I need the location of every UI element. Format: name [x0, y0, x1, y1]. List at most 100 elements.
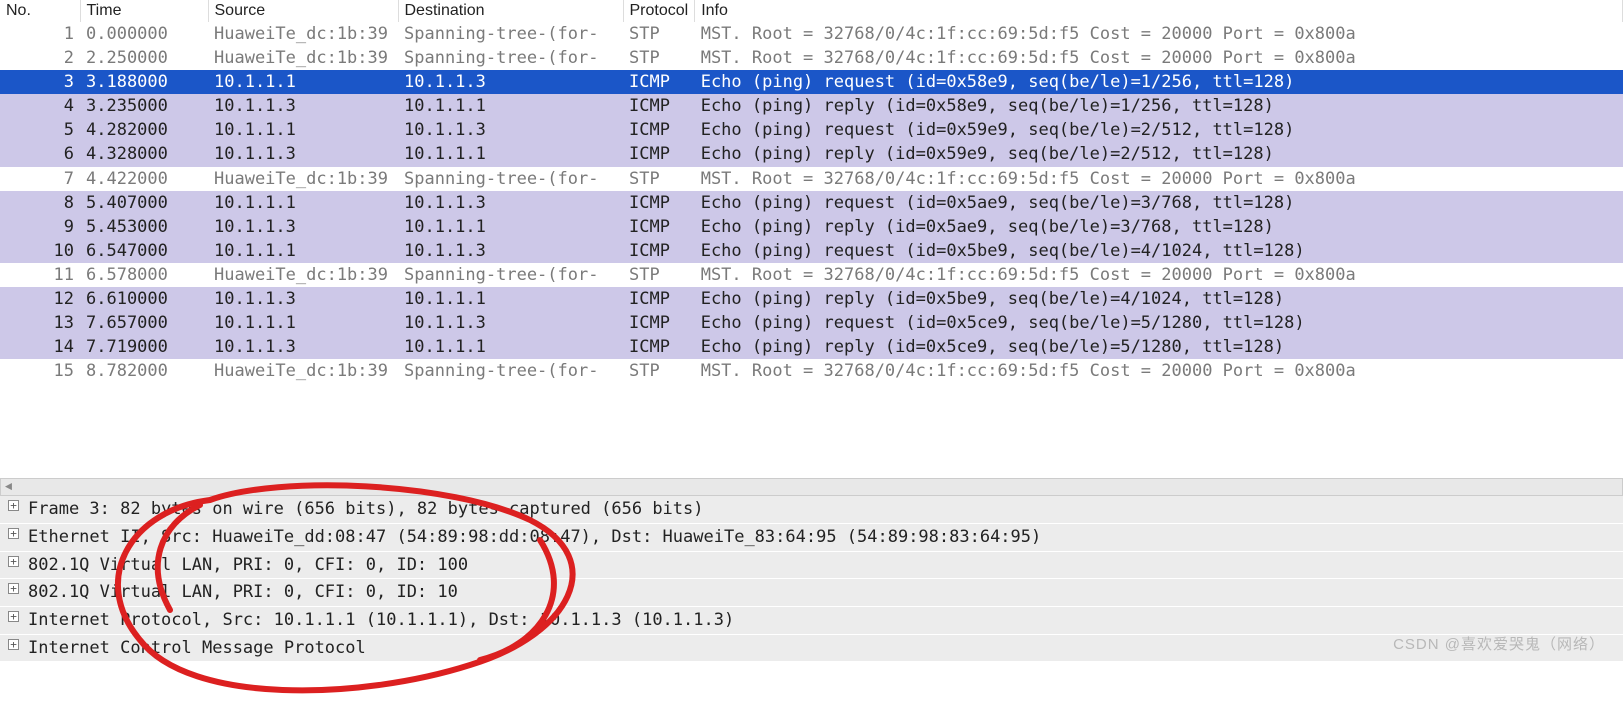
cell-source: HuaweiTe_dc:1b:39 [208, 263, 398, 287]
cell-no: 10 [0, 239, 80, 263]
cell-protocol: ICMP [623, 335, 695, 359]
packet-row[interactable]: 137.65700010.1.1.110.1.1.3ICMPEcho (ping… [0, 311, 1623, 335]
cell-destination: 10.1.1.1 [398, 94, 623, 118]
expand-icon[interactable]: + [8, 556, 19, 567]
cell-source: 10.1.1.3 [208, 335, 398, 359]
cell-info: Echo (ping) request (id=0x58e9, seq(be/l… [695, 70, 1623, 94]
cell-info: Echo (ping) request (id=0x5be9, seq(be/l… [695, 239, 1623, 263]
cell-protocol: ICMP [623, 142, 695, 166]
packet-row[interactable]: 85.40700010.1.1.110.1.1.3ICMPEcho (ping)… [0, 191, 1623, 215]
packet-row[interactable]: 106.54700010.1.1.110.1.1.3ICMPEcho (ping… [0, 239, 1623, 263]
cell-protocol: ICMP [623, 239, 695, 263]
cell-source: 10.1.1.1 [208, 311, 398, 335]
packet-list-table[interactable]: No. Time Source Destination Protocol Inf… [0, 0, 1623, 383]
column-header-info[interactable]: Info [695, 0, 1623, 22]
cell-source: HuaweiTe_dc:1b:39 [208, 22, 398, 46]
cell-time: 2.250000 [80, 46, 208, 70]
cell-no: 11 [0, 263, 80, 287]
cell-time: 5.453000 [80, 215, 208, 239]
horizontal-scrollbar[interactable]: ◄ [0, 478, 1623, 496]
packet-row[interactable]: 147.71900010.1.1.310.1.1.1ICMPEcho (ping… [0, 335, 1623, 359]
cell-destination: 10.1.1.1 [398, 215, 623, 239]
packet-details-pane[interactable]: +Frame 3: 82 bytes on wire (656 bits), 8… [0, 496, 1623, 662]
cell-protocol: ICMP [623, 311, 695, 335]
cell-time: 4.328000 [80, 142, 208, 166]
cell-protocol: ICMP [623, 94, 695, 118]
expand-icon[interactable]: + [8, 583, 19, 594]
cell-info: MST. Root = 32768/0/4c:1f:cc:69:5d:f5 Co… [695, 359, 1623, 383]
packet-row[interactable]: 74.422000HuaweiTe_dc:1b:39Spanning-tree-… [0, 167, 1623, 191]
cell-destination: 10.1.1.1 [398, 142, 623, 166]
expand-icon[interactable]: + [8, 639, 19, 650]
cell-no: 15 [0, 359, 80, 383]
cell-time: 7.657000 [80, 311, 208, 335]
cell-protocol: STP [623, 46, 695, 70]
detail-tree-item[interactable]: +802.1Q Virtual LAN, PRI: 0, CFI: 0, ID:… [0, 552, 1623, 580]
cell-no: 8 [0, 191, 80, 215]
packet-row[interactable]: 95.45300010.1.1.310.1.1.1ICMPEcho (ping)… [0, 215, 1623, 239]
packet-row[interactable]: 64.32800010.1.1.310.1.1.1ICMPEcho (ping)… [0, 142, 1623, 166]
column-header-protocol[interactable]: Protocol [623, 0, 695, 22]
cell-info: Echo (ping) request (id=0x59e9, seq(be/l… [695, 118, 1623, 142]
detail-tree-item[interactable]: + Internet Protocol, Src: 10.1.1.1 (10.1.… [0, 607, 1623, 635]
cell-source: 10.1.1.3 [208, 215, 398, 239]
detail-text: Internet Protocol, Src: 10.1.1.1 (10.1.1… [28, 610, 734, 630]
cell-info: Echo (ping) request (id=0x5ce9, seq(be/l… [695, 311, 1623, 335]
cell-time: 6.547000 [80, 239, 208, 263]
cell-destination: 10.1.1.3 [398, 311, 623, 335]
cell-protocol: STP [623, 263, 695, 287]
packet-row[interactable]: 116.578000HuaweiTe_dc:1b:39Spanning-tree… [0, 263, 1623, 287]
cell-info: MST. Root = 32768/0/4c:1f:cc:69:5d:f5 Co… [695, 46, 1623, 70]
column-header-destination[interactable]: Destination [398, 0, 623, 22]
column-header-source[interactable]: Source [208, 0, 398, 22]
detail-text: 802.1Q Virtual LAN, PRI: 0, CFI: 0, ID: … [28, 582, 458, 602]
detail-tree-item[interactable]: +802.1Q Virtual LAN, PRI: 0, CFI: 0, ID:… [0, 579, 1623, 607]
column-header-time[interactable]: Time [80, 0, 208, 22]
cell-no: 13 [0, 311, 80, 335]
cell-info: Echo (ping) reply (id=0x5be9, seq(be/le)… [695, 287, 1623, 311]
packet-row[interactable]: 158.782000HuaweiTe_dc:1b:39Spanning-tree… [0, 359, 1623, 383]
cell-info: MST. Root = 32768/0/4c:1f:cc:69:5d:f5 Co… [695, 263, 1623, 287]
cell-time: 0.000000 [80, 22, 208, 46]
cell-info: Echo (ping) reply (id=0x59e9, seq(be/le)… [695, 142, 1623, 166]
cell-no: 4 [0, 94, 80, 118]
cell-destination: 10.1.1.1 [398, 335, 623, 359]
cell-no: 6 [0, 142, 80, 166]
cell-time: 7.719000 [80, 335, 208, 359]
cell-source: 10.1.1.3 [208, 94, 398, 118]
cell-source: 10.1.1.1 [208, 191, 398, 215]
column-header-no[interactable]: No. [0, 0, 80, 22]
detail-tree-item[interactable]: +Frame 3: 82 bytes on wire (656 bits), 8… [0, 496, 1623, 524]
detail-tree-item[interactable]: +Ethernet II, Src: HuaweiTe_dd:08:47 (54… [0, 524, 1623, 552]
cell-protocol: STP [623, 22, 695, 46]
cell-source: HuaweiTe_dc:1b:39 [208, 359, 398, 383]
detail-tree-item[interactable]: +Internet Control Message Protocol [0, 635, 1623, 663]
packet-row[interactable]: 22.250000HuaweiTe_dc:1b:39Spanning-tree-… [0, 46, 1623, 70]
detail-text: 802.1Q Virtual LAN, PRI: 0, CFI: 0, ID: … [28, 555, 468, 575]
cell-source: 10.1.1.3 [208, 287, 398, 311]
cell-no: 1 [0, 22, 80, 46]
packet-row[interactable]: 54.28200010.1.1.110.1.1.3ICMPEcho (ping)… [0, 118, 1623, 142]
packet-row[interactable]: 126.61000010.1.1.310.1.1.1ICMPEcho (ping… [0, 287, 1623, 311]
cell-source: 10.1.1.1 [208, 70, 398, 94]
cell-info: MST. Root = 32768/0/4c:1f:cc:69:5d:f5 Co… [695, 22, 1623, 46]
watermark-text: CSDN @喜欢爱哭鬼（网络） [1393, 633, 1605, 654]
packet-list-header-row[interactable]: No. Time Source Destination Protocol Inf… [0, 0, 1623, 22]
cell-time: 4.422000 [80, 167, 208, 191]
packet-row[interactable]: 10.000000HuaweiTe_dc:1b:39Spanning-tree-… [0, 22, 1623, 46]
cell-info: Echo (ping) reply (id=0x58e9, seq(be/le)… [695, 94, 1623, 118]
scroll-left-icon[interactable]: ◄ [5, 480, 12, 494]
packet-row[interactable]: 43.23500010.1.1.310.1.1.1ICMPEcho (ping)… [0, 94, 1623, 118]
cell-destination: Spanning-tree-(for- [398, 359, 623, 383]
expand-icon[interactable]: + [8, 528, 19, 539]
cell-time: 6.578000 [80, 263, 208, 287]
packet-row[interactable]: 33.18800010.1.1.110.1.1.3ICMPEcho (ping)… [0, 70, 1623, 94]
cell-time: 4.282000 [80, 118, 208, 142]
expand-icon[interactable]: + [8, 611, 19, 622]
cell-time: 3.188000 [80, 70, 208, 94]
cell-destination: 10.1.1.3 [398, 118, 623, 142]
cell-protocol: ICMP [623, 215, 695, 239]
cell-protocol: ICMP [623, 118, 695, 142]
expand-icon[interactable]: + [8, 500, 19, 511]
cell-no: 14 [0, 335, 80, 359]
